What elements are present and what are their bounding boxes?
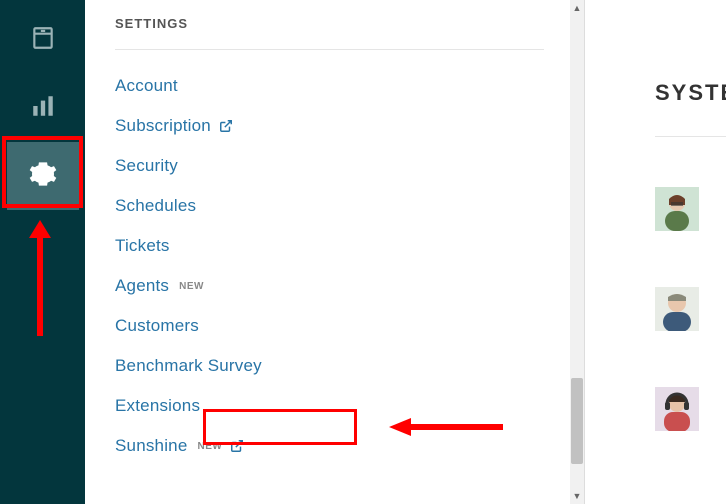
right-panel: SYSTE [585,0,726,504]
nav-label: Security [115,156,178,176]
nav-label: Schedules [115,196,196,216]
nav-item-sunshine[interactable]: Sunshine NEW [115,426,584,466]
nav-item-agents[interactable]: Agents NEW [115,266,584,306]
nav-item-account[interactable]: Account [115,66,584,106]
nav-item-security[interactable]: Security [115,146,584,186]
nav-item-customers[interactable]: Customers [115,306,584,346]
settings-panel: SETTINGS Account Subscription Security S… [85,0,585,504]
nav-item-schedules[interactable]: Schedules [115,186,584,226]
nav-label: Benchmark Survey [115,356,262,376]
nav-label: Agents [115,276,169,296]
avatar-list [655,187,726,431]
nav-label: Customers [115,316,199,336]
nav-label: Tickets [115,236,170,256]
new-badge: NEW [198,441,223,452]
archive-icon [30,25,56,56]
stats-icon [30,93,56,124]
nav-label: Account [115,76,178,96]
rail-item-settings[interactable] [7,142,79,210]
settings-nav: Account Subscription Security Schedules … [115,50,584,466]
new-badge: NEW [179,281,204,292]
rail-item-archive[interactable] [7,6,79,74]
annotation-arrow-up [26,220,54,336]
settings-heading: SETTINGS [115,16,544,50]
nav-label: Extensions [115,396,200,416]
rail-item-stats[interactable] [7,74,79,142]
scroll-up-icon[interactable]: ▲ [570,0,584,16]
gear-icon [29,160,57,193]
nav-item-tickets[interactable]: Tickets [115,226,584,266]
nav-label: Subscription [115,116,211,136]
nav-item-extensions[interactable]: Extensions [115,386,584,426]
left-rail [0,0,85,504]
external-link-icon [230,439,244,453]
nav-label: Sunshine [115,436,188,456]
scroll-down-icon[interactable]: ▼ [570,488,584,504]
system-heading: SYSTE [655,80,726,137]
scrollbar-thumb[interactable] [571,378,583,464]
scrollbar[interactable]: ▲ ▼ [570,0,584,504]
external-link-icon [219,119,233,133]
avatar[interactable] [655,287,699,331]
avatar[interactable] [655,387,699,431]
nav-item-benchmark[interactable]: Benchmark Survey [115,346,584,386]
nav-item-subscription[interactable]: Subscription [115,106,584,146]
avatar[interactable] [655,187,699,231]
